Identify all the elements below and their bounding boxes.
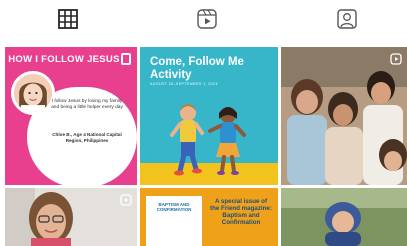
post-grid: HOW I FOLLOW JESUS I follow Jesus by lov… <box>5 47 407 246</box>
cartoon-children-illustration <box>170 104 246 176</box>
post-subtitle: AUGUST 26–SEPTEMBER 1, 2024 <box>150 82 218 86</box>
post-header: HOW I FOLLOW JESUS <box>8 54 120 65</box>
reels-icon <box>390 53 402 65</box>
post-tile[interactable] <box>5 188 137 246</box>
post-tile[interactable] <box>281 47 407 185</box>
post-tile[interactable]: HOW I FOLLOW JESUS I follow Jesus by lov… <box>5 47 137 185</box>
tab-grid[interactable] <box>57 8 79 30</box>
post-title: Come, Follow Me Activity <box>150 56 244 81</box>
tab-reels[interactable] <box>196 8 218 30</box>
post-tile[interactable]: BAPTISM AND CONFIRMATION A special issue… <box>140 188 278 246</box>
reels-icon <box>197 9 217 29</box>
profile-tab-bar <box>0 0 407 38</box>
post-caption-text: A special issue of the Friend magazine: … <box>210 198 272 226</box>
magazine-card-text: BAPTISM AND CONFIRMATION <box>156 202 192 213</box>
reels-icon <box>120 194 132 206</box>
tagged-person-icon <box>337 9 357 29</box>
credit-text: Chloe B., Age 4 National Capital Region,… <box>52 132 122 143</box>
quote-text: I follow Jesus by loving my family and b… <box>51 99 123 111</box>
post-tile[interactable]: Come, Follow Me Activity AUGUST 26–SEPTE… <box>140 47 278 185</box>
tab-tagged[interactable] <box>336 8 358 30</box>
woman-photo <box>5 188 137 246</box>
post-tile[interactable] <box>281 188 407 246</box>
children-photo <box>281 47 407 185</box>
child-outdoor-photo <box>281 188 407 246</box>
carousel-icon <box>121 53 131 65</box>
grid-icon <box>58 9 78 29</box>
